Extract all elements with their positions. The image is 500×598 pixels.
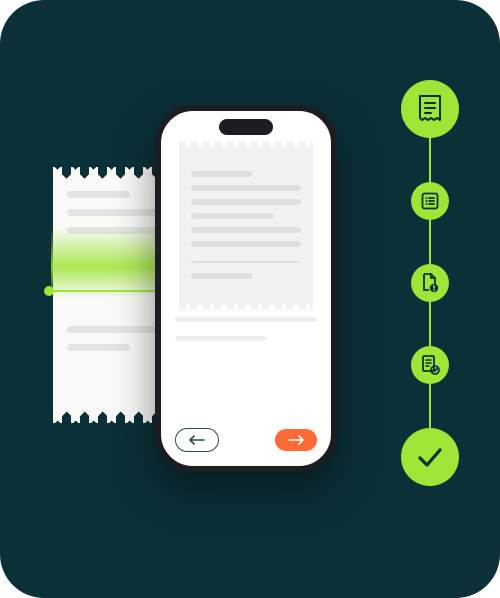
prev-button[interactable] bbox=[175, 428, 219, 452]
next-button[interactable] bbox=[275, 429, 317, 451]
step-document-alert bbox=[411, 264, 449, 302]
check-icon bbox=[415, 445, 445, 469]
step-document-check bbox=[411, 346, 449, 384]
nav-buttons bbox=[161, 428, 331, 452]
step-list bbox=[411, 182, 449, 220]
phone-notch-icon bbox=[219, 119, 273, 135]
document-alert-icon bbox=[419, 272, 441, 294]
illustration-card bbox=[0, 0, 500, 598]
step-receipt bbox=[401, 80, 459, 138]
list-icon bbox=[420, 191, 440, 211]
arrow-left-icon bbox=[189, 435, 205, 445]
document-check-icon bbox=[419, 354, 441, 376]
receipt-icon bbox=[416, 94, 444, 124]
phone-screen bbox=[169, 139, 323, 422]
process-steps bbox=[398, 80, 462, 486]
screen-receipt bbox=[179, 149, 313, 303]
arrow-right-icon bbox=[288, 435, 304, 445]
placeholder-line bbox=[175, 317, 317, 322]
placeholder-line bbox=[175, 336, 267, 341]
step-complete bbox=[401, 428, 459, 486]
phone-frame bbox=[155, 105, 337, 472]
